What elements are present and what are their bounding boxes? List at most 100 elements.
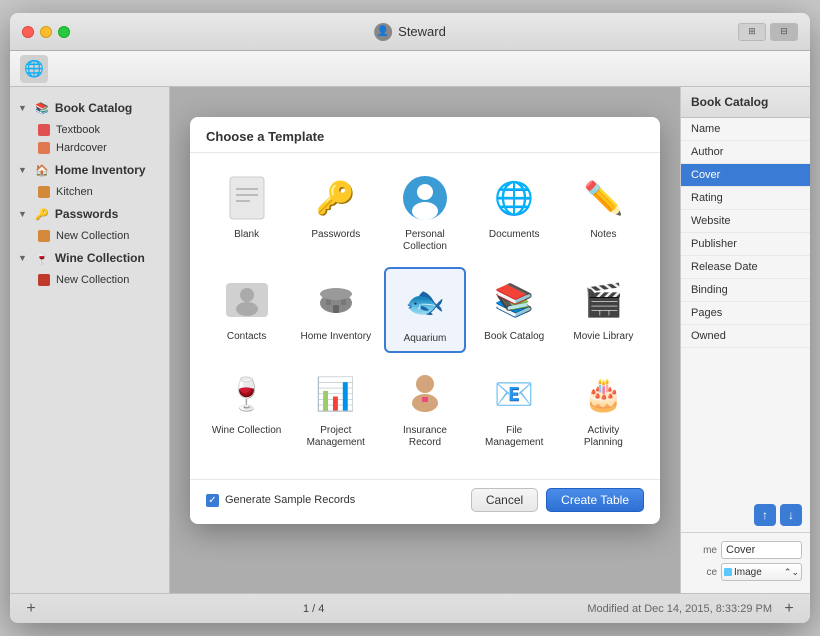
template-notes[interactable]: ✏️ Notes [563,165,644,259]
aquarium-label: Aquarium [404,333,447,345]
template-project[interactable]: 📊 Project Management [295,361,376,455]
template-modal: Choose a Template [190,117,660,524]
field-website[interactable]: Website [681,210,810,233]
sidebar-group-home-inventory[interactable]: ▼ 🏠 Home Inventory [10,157,169,183]
view-btn-1[interactable]: ⊞ [738,23,766,41]
field-name[interactable]: Name [681,118,810,141]
template-documents[interactable]: 🌐 Documents [474,165,555,259]
field-arrows: ↑ ↓ [681,498,810,532]
generate-text: Generate Sample Records [225,494,355,506]
contacts-icon [220,273,274,327]
field-author[interactable]: Author [681,141,810,164]
template-activity[interactable]: 🎂 Activity Planning [563,361,644,455]
sidebar-group-passwords[interactable]: ▼ 🔑 Passwords [10,201,169,227]
type-value: Image [734,567,762,578]
toolbar: 🌐 [10,51,810,87]
template-grid: Blank 🔑 Passwords [206,165,644,455]
sidebar-item-new-collection-2[interactable]: New Collection [10,271,169,289]
add-button-right[interactable]: + [780,600,798,618]
aquarium-icon: 🐟 [398,275,452,329]
sidebar-item-textbook[interactable]: Textbook [10,121,169,139]
notes-label: Notes [590,229,616,241]
status-center: 1 / 4 [40,603,587,615]
template-blank[interactable]: Blank [206,165,287,259]
book-catalog-icon: 📚 [33,99,51,117]
sidebar-item-new-collection-1[interactable]: New Collection [10,227,169,245]
wine-template-icon: 🍷 [220,367,274,421]
app-window: 👤 Steward ⊞ ⊟ 🌐 ▼ 📚 Book Catalog Textboo… [10,13,810,623]
field-pages[interactable]: Pages [681,302,810,325]
book-catalog-icon: 📚 [487,273,541,327]
sidebar: ▼ 📚 Book Catalog Textbook Hardcover ▼ 🏠 … [10,87,170,593]
sidebar-group-label: Passwords [55,207,118,221]
sidebar-item-label: Kitchen [56,186,93,198]
type-select[interactable]: Image ⌃⌄ [721,563,802,581]
field-owned[interactable]: Owned [681,325,810,348]
field-publisher[interactable]: Publisher [681,233,810,256]
status-bar: + 1 / 4 Modified at Dec 14, 2015, 8:33:2… [10,593,810,623]
passwords-label: Passwords [311,229,360,241]
type-color-dot [724,568,732,576]
template-passwords[interactable]: 🔑 Passwords [295,165,376,259]
field-binding[interactable]: Binding [681,279,810,302]
title-controls: ⊞ ⊟ [738,23,798,41]
triangle-icon: ▼ [18,209,27,219]
insurance-label: Insurance Record [388,425,461,449]
modal-footer: ✓ Generate Sample Records Cancel Create … [190,479,660,524]
arrow-up[interactable]: ↑ [754,504,776,526]
sidebar-group-label: Wine Collection [55,251,145,265]
sidebar-item-label: New Collection [56,274,129,286]
template-personal[interactable]: Personal Collection [384,165,465,259]
notes-icon: ✏️ [576,171,630,225]
field-rating[interactable]: Rating [681,187,810,210]
contacts-label: Contacts [227,331,266,343]
field-cover[interactable]: Cover [681,164,810,187]
sidebar-item-hardcover[interactable]: Hardcover [10,139,169,157]
title-center: 👤 Steward [374,23,446,41]
field-release-date[interactable]: Release Date [681,256,810,279]
window-title: Steward [398,24,446,39]
avatar: 👤 [374,23,392,41]
hardcover-dot [38,142,50,154]
maximize-button[interactable] [58,26,70,38]
new-collection-dot [38,230,50,242]
template-contacts[interactable]: Contacts [206,267,287,353]
cancel-button[interactable]: Cancel [471,488,538,512]
sidebar-group-wine[interactable]: ▼ 🍷 Wine Collection [10,245,169,271]
triangle-icon: ▼ [18,165,27,175]
type-row: ce Image ⌃⌄ [689,563,802,581]
insurance-icon [398,367,452,421]
globe-icon[interactable]: 🌐 [20,55,48,83]
close-button[interactable] [22,26,34,38]
arrow-down[interactable]: ↓ [780,504,802,526]
template-movie[interactable]: 🎬 Movie Library [563,267,644,353]
title-bar: 👤 Steward ⊞ ⊟ [10,13,810,51]
right-panel: Book Catalog Name Author Cover Rating We… [680,87,810,593]
modal-overlay: Choose a Template [170,87,680,593]
home-inventory-icon: 🏠 [33,161,51,179]
wine-icon: 🍷 [33,249,51,267]
sidebar-item-kitchen[interactable]: Kitchen [10,183,169,201]
kitchen-dot [38,186,50,198]
sidebar-group-book-catalog[interactable]: ▼ 📚 Book Catalog [10,95,169,121]
passwords-icon: 🔑 [33,205,51,223]
template-file[interactable]: 📧 File Management [474,361,555,455]
activity-label: Activity Planning [567,425,640,449]
documents-label: Documents [489,229,540,241]
passwords-icon: 🔑 [309,171,363,225]
create-table-button[interactable]: Create Table [546,488,644,512]
name-input[interactable]: Cover [721,541,802,559]
template-book-catalog[interactable]: 📚 Book Catalog [474,267,555,353]
generate-label[interactable]: ✓ Generate Sample Records [206,494,463,507]
template-home-inventory[interactable]: Home Inventory [295,267,376,353]
movie-icon: 🎬 [576,273,630,327]
view-btn-2[interactable]: ⊟ [770,23,798,41]
generate-checkbox[interactable]: ✓ [206,494,219,507]
home-inventory-icon [309,273,363,327]
movie-label: Movie Library [573,331,633,343]
add-button-left[interactable]: + [22,600,40,618]
minimize-button[interactable] [40,26,52,38]
template-wine[interactable]: 🍷 Wine Collection [206,361,287,455]
template-insurance[interactable]: Insurance Record [384,361,465,455]
template-aquarium[interactable]: 🐟 Aquarium [384,267,465,353]
